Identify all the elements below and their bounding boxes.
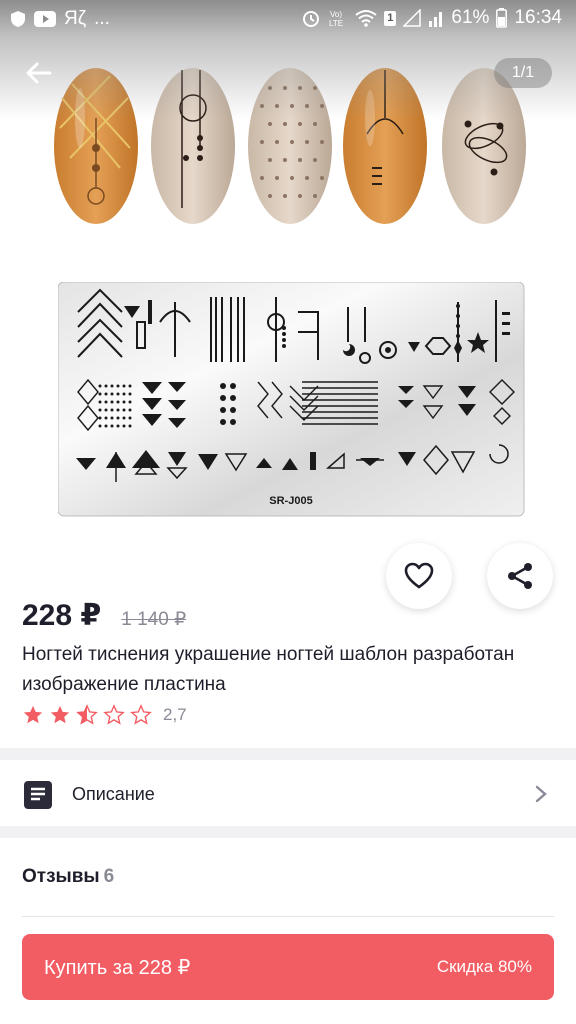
product-gallery[interactable]: SR-J005 1/1 — [0, 0, 576, 540]
section-divider — [0, 826, 576, 838]
battery-percent: 61% — [451, 7, 490, 28]
description-row[interactable]: Описание — [0, 762, 576, 826]
reviews-header[interactable]: Отзывы 6 — [22, 866, 114, 888]
document-icon — [24, 781, 52, 809]
star-half-icon — [76, 704, 98, 725]
clock: 16:34 — [514, 7, 562, 28]
plate-label: SR-J005 — [269, 495, 312, 507]
price-row: 228 ₽ 1 140 ₽ — [22, 598, 186, 633]
chevron-right-icon — [535, 785, 547, 803]
rating-value: 2,7 — [163, 705, 187, 724]
status-bar: Яζ ... Vo) LTE 1 61% 16:34 — [0, 0, 576, 36]
back-button[interactable] — [22, 56, 56, 90]
shield-icon — [10, 10, 26, 28]
favorite-button[interactable] — [386, 543, 452, 609]
signal-icon — [403, 9, 422, 27]
star-filled-icon — [50, 705, 70, 724]
description-label: Описание — [72, 784, 155, 804]
section-divider — [0, 748, 576, 760]
stamping-plate-image: SR-J005 — [58, 282, 525, 517]
reviews-count: 6 — [103, 866, 115, 887]
heart-icon — [404, 562, 434, 589]
gallery-counter: 1/1 — [494, 58, 552, 88]
svg-text:Vo): Vo) — [330, 10, 342, 19]
star-filled-icon — [23, 705, 43, 724]
discount-label: Скидка 80% — [436, 957, 532, 976]
svg-text:LTE: LTE — [329, 19, 343, 28]
buy-button[interactable]: Купить за 228 ₽ Скидка 80% — [22, 934, 554, 1000]
star-empty-icon — [130, 704, 152, 725]
arrow-left-icon — [26, 62, 52, 84]
star-empty-icon — [103, 704, 125, 725]
reviews-label: Отзывы — [22, 866, 100, 887]
volte-icon: Vo) LTE — [328, 8, 348, 28]
share-button[interactable] — [487, 543, 553, 609]
product-rating[interactable]: 2,7 — [22, 704, 187, 726]
battery-icon — [496, 8, 508, 28]
more-icon: ... — [94, 8, 110, 29]
product-title: Ногтей тиснения украшение ногтей шаблон … — [22, 644, 515, 695]
buy-label: Купить за 228 ₽ — [44, 956, 191, 979]
wifi-icon — [355, 9, 377, 27]
reviews-divider — [22, 916, 554, 917]
youtube-icon — [34, 11, 56, 27]
signal-bars-icon — [428, 9, 444, 27]
old-price: 1 140 ₽ — [121, 609, 187, 630]
sim-badge: 1 — [384, 10, 397, 26]
alarm-icon — [301, 8, 321, 28]
yandex-icon: Яζ — [64, 8, 87, 29]
current-price: 228 ₽ — [22, 599, 102, 632]
share-icon — [508, 563, 532, 589]
